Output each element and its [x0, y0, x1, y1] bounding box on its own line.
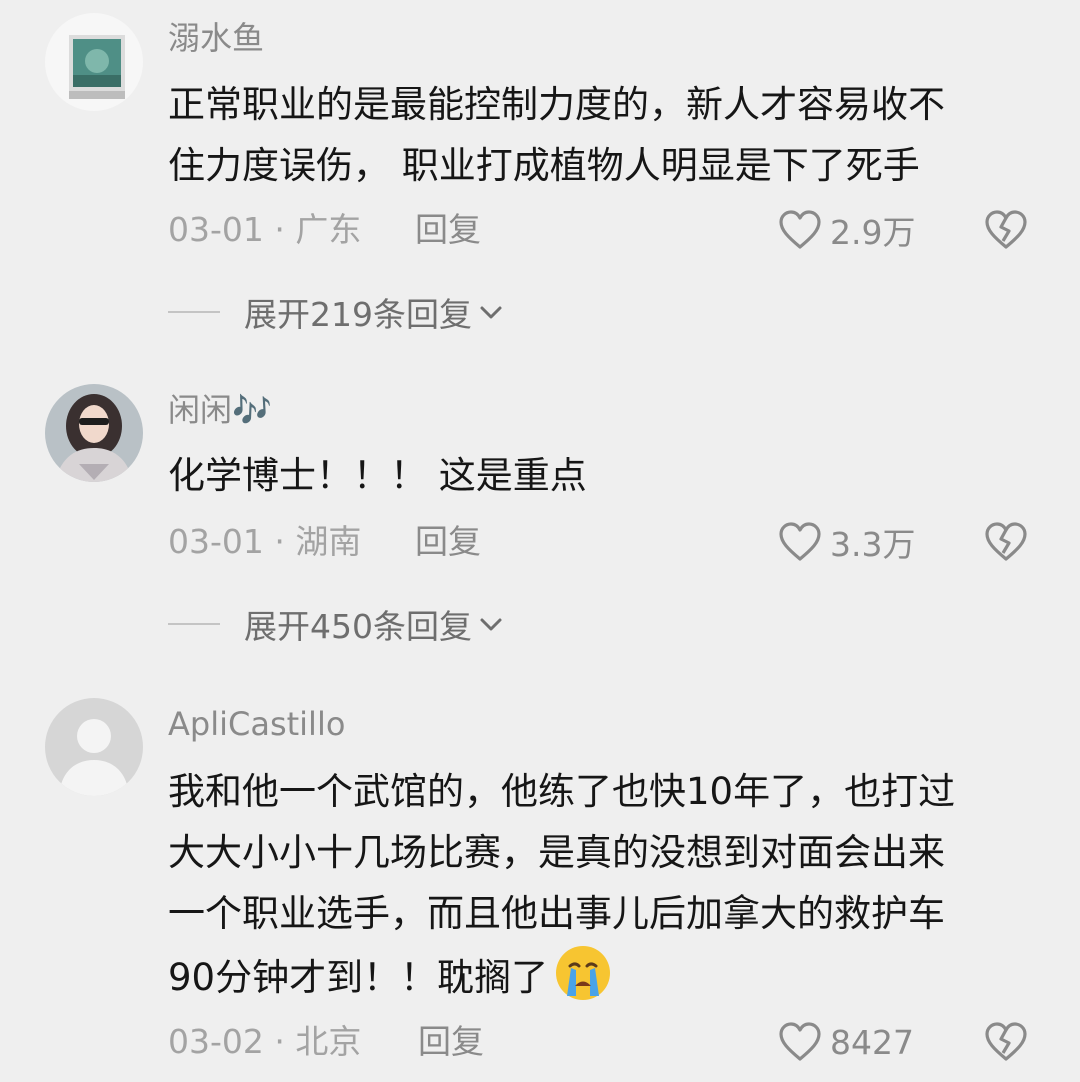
comment-line-text: 90分钟才到！！耽搁了	[168, 956, 549, 999]
dislike-button[interactable]	[984, 1020, 1028, 1064]
username[interactable]: ApliCastillo	[168, 704, 345, 744]
reply-button[interactable]: 回复	[415, 210, 481, 250]
broken-heart-icon	[985, 522, 1027, 561]
broken-heart-icon	[985, 210, 1027, 249]
comment-date-location: 03-01 · 广东	[168, 210, 362, 249]
comment-line: 90分钟才到！！耽搁了	[168, 944, 1048, 1008]
comment-line: 正常职业的是最能控制力度的，新人才容易收不	[168, 83, 945, 126]
dislike-button[interactable]	[984, 520, 1028, 564]
default-user-avatar-icon	[45, 698, 143, 796]
comment-text: 化学博士！！！ 这是重点	[168, 445, 1048, 506]
reply-button[interactable]: 回复	[415, 522, 481, 562]
comment-date-location: 03-02 · 北京	[168, 1022, 362, 1061]
comment-text: 我和他一个武馆的，他练了也快10年了，也打过 大大小小十几场比赛，是真的没想到对…	[168, 761, 1048, 1008]
expand-replies-button[interactable]: 展开450条回复	[168, 604, 504, 646]
expand-replies-label: 展开219条回复	[244, 295, 472, 334]
expand-replies-button[interactable]: 展开219条回复	[168, 292, 504, 334]
like-button[interactable]: 8427	[778, 1018, 914, 1066]
like-count: 8427	[830, 1022, 914, 1062]
crying-face-emoji-icon	[556, 946, 611, 1000]
comment-line: 我和他一个武馆的，他练了也快10年了，也打过	[168, 770, 956, 813]
heart-icon	[779, 1022, 821, 1061]
comment-line: 住力度误伤， 职业打成植物人明显是下了死手	[168, 144, 920, 187]
divider-dash	[168, 623, 220, 625]
user-avatar[interactable]	[45, 13, 143, 111]
girl-photo-avatar-icon	[45, 384, 143, 482]
username[interactable]: 闲闲🎶	[168, 390, 272, 430]
heart-icon	[779, 210, 821, 249]
broken-heart-icon	[985, 1022, 1027, 1061]
framed-photo-avatar-icon	[45, 13, 143, 111]
comment-line: 大大小小十几场比赛，是真的没想到对面会出来	[168, 831, 945, 874]
comment-text: 正常职业的是最能控制力度的，新人才容易收不 住力度误伤， 职业打成植物人明显是下…	[168, 74, 1048, 196]
divider-dash	[168, 311, 220, 313]
dislike-button[interactable]	[984, 208, 1028, 252]
like-button[interactable]: 2.9万	[778, 206, 915, 254]
username[interactable]: 溺水鱼	[168, 18, 264, 58]
chevron-down-icon	[480, 618, 502, 631]
comment-line: 化学博士！！！ 这是重点	[168, 454, 587, 497]
like-button[interactable]: 3.3万	[778, 518, 915, 566]
comment-line: 一个职业选手，而且他出事儿后加拿大的救护车	[168, 892, 945, 935]
like-count: 2.9万	[830, 213, 916, 252]
chevron-down-icon	[480, 306, 502, 319]
user-avatar[interactable]	[45, 384, 143, 482]
user-avatar[interactable]	[45, 698, 143, 796]
heart-icon	[779, 522, 821, 561]
like-count: 3.3万	[830, 525, 916, 564]
expand-replies-label: 展开450条回复	[244, 607, 472, 646]
reply-button[interactable]: 回复	[418, 1022, 484, 1062]
comment-date-location: 03-01 · 湖南	[168, 522, 362, 561]
